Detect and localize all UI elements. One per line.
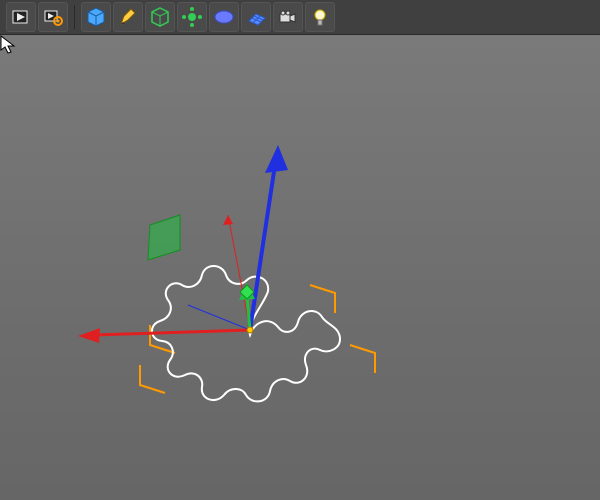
pen-icon [117,6,139,28]
gizmo-plane-yz[interactable] [148,215,180,260]
render-picture-icon [11,7,31,27]
gizmo-z-axis[interactable] [250,145,288,330]
add-spline-button[interactable] [113,2,143,32]
perspective-viewport[interactable] [0,35,600,500]
add-environment-button[interactable] [209,2,239,32]
add-camera-button[interactable] [273,2,303,32]
main-toolbar [0,0,600,35]
add-light-button[interactable] [305,2,335,32]
add-cube-button[interactable] [81,2,111,32]
generator-icon [149,6,171,28]
render-picture-button[interactable] [6,2,36,32]
add-floor-button[interactable] [241,2,271,32]
gizmo-secondary [188,215,250,330]
render-settings-button[interactable] [38,2,68,32]
floor-icon [245,6,267,28]
toolbar-separator [74,5,75,29]
deformer-icon [181,6,203,28]
sky-icon [213,6,235,28]
render-settings-icon [43,7,63,27]
camera-icon [277,6,299,28]
add-deformer-button[interactable] [177,2,207,32]
add-generator-button[interactable] [145,2,175,32]
cube-icon [85,6,107,28]
gizmo-origin[interactable] [247,327,253,333]
viewport-scene [0,35,600,500]
light-icon [309,6,331,28]
